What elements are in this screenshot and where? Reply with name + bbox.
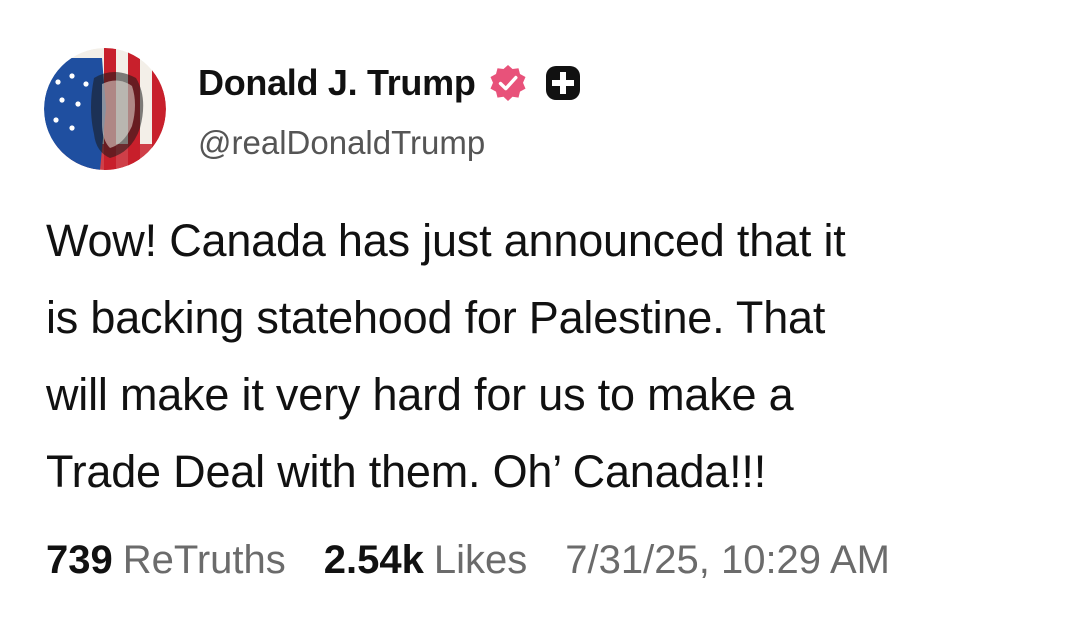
post-line: is backing statehood for Palestine. That — [46, 292, 826, 343]
author-name-row: Donald J. Trump — [198, 60, 582, 106]
post-stats: 739 ReTruths 2.54k Likes 7/31/25, 10:29 … — [46, 538, 890, 583]
retruths-count[interactable]: 739 — [46, 538, 113, 583]
plus-badge-icon — [544, 64, 582, 102]
retruths-label[interactable]: ReTruths — [123, 538, 286, 583]
post-timestamp[interactable]: 7/31/25, 10:29 AM — [565, 538, 890, 583]
truth-post: Donald J. Trump @realDonaldTrump Wow! Ca… — [0, 0, 1079, 629]
post-line: will make it very hard for us to make a — [46, 369, 794, 420]
verified-badge-icon — [488, 63, 528, 103]
author-handle[interactable]: @realDonaldTrump — [198, 124, 485, 162]
avatar[interactable] — [44, 48, 166, 170]
likes-count[interactable]: 2.54k — [324, 538, 424, 583]
post-line: Trade Deal with them. Oh’ Canada!!! — [46, 446, 767, 497]
display-name[interactable]: Donald J. Trump — [198, 62, 476, 104]
post-line: Wow! Canada has just announced that it — [46, 215, 846, 266]
post-body: Wow! Canada has just announced that it i… — [46, 202, 1056, 510]
avatar-image — [44, 48, 166, 170]
likes-label[interactable]: Likes — [434, 538, 527, 583]
